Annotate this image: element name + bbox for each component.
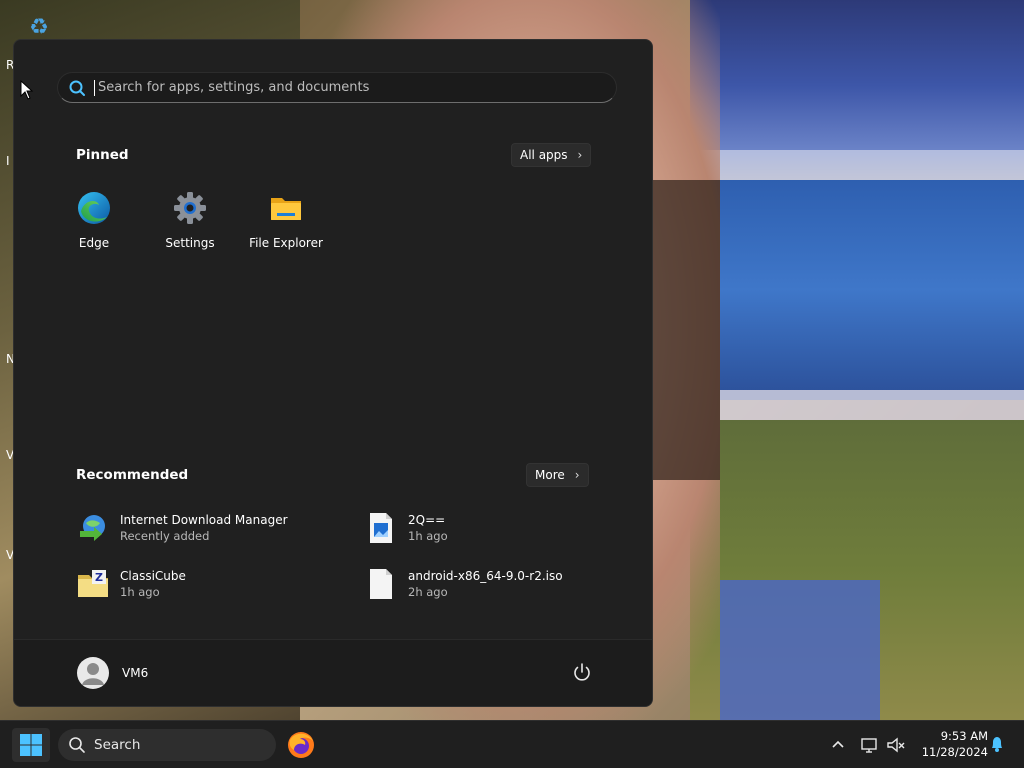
pinned-app-edge[interactable]: Edge	[51, 191, 137, 255]
pinned-app-label: Edge	[78, 236, 110, 250]
pinned-heading: Pinned	[76, 147, 129, 163]
windows-logo-icon	[20, 734, 42, 756]
svg-text:Z: Z	[95, 571, 103, 584]
recommended-item-name: Internet Download Manager	[120, 513, 288, 527]
start-button[interactable]	[12, 728, 50, 762]
clock-time: 9:53 AM	[940, 729, 988, 743]
recommended-item-time: 1h ago	[120, 585, 160, 599]
edge-icon	[78, 192, 110, 224]
all-apps-label: All apps	[520, 148, 568, 162]
bell-icon[interactable]	[988, 735, 1006, 753]
clock[interactable]: 9:53 AM 11/28/2024	[912, 728, 988, 760]
pinned-app-settings[interactable]: Settings	[147, 191, 233, 255]
text-caret	[94, 79, 95, 96]
recommended-item-name: 2Q==	[408, 513, 446, 527]
pinned-app-file-explorer[interactable]: File Explorer	[243, 191, 329, 255]
more-button[interactable]: More ›	[526, 463, 589, 487]
pinned-app-label: File Explorer	[249, 236, 323, 250]
taskbar: Search 9:53 AM 11/28/2024	[0, 720, 1024, 768]
taskbar-search-label: Search	[94, 737, 141, 753]
settings-gear-icon	[174, 192, 206, 224]
recommended-item[interactable]: Z ClassiCube 1h ago	[76, 566, 186, 602]
image-file-icon	[370, 513, 392, 543]
clock-date: 11/28/2024	[921, 745, 988, 759]
chevron-right-icon: ›	[574, 468, 580, 482]
idm-globe-icon	[80, 515, 105, 541]
chevron-right-icon: ›	[577, 148, 583, 162]
recommended-heading: Recommended	[76, 467, 189, 483]
chevron-up-icon[interactable]	[828, 735, 848, 755]
user-avatar-icon	[82, 663, 104, 685]
zip-folder-icon: Z	[78, 570, 108, 597]
recommended-item-time: 2h ago	[408, 585, 448, 599]
start-search-input[interactable]	[96, 79, 580, 96]
recommended-item[interactable]: 2Q== 1h ago	[364, 510, 448, 546]
recommended-item-time: 1h ago	[408, 529, 448, 543]
recommended-item-time: Recently added	[120, 529, 210, 543]
mouse-pointer-icon	[20, 80, 34, 100]
desktop-label-fragment[interactable]: I	[6, 154, 10, 168]
pinned-app-label: Settings	[165, 236, 215, 250]
recommended-item[interactable]: Internet Download Manager Recently added	[76, 510, 288, 546]
folder-icon	[271, 198, 301, 220]
all-apps-button[interactable]: All apps ›	[511, 143, 592, 167]
power-icon[interactable]	[570, 661, 594, 685]
recommended-item[interactable]: android-x86_64-9.0-r2.iso 2h ago	[364, 566, 563, 602]
start-menu-footer: VM6	[14, 639, 652, 706]
display-network-icon[interactable]	[860, 735, 880, 755]
speaker-muted-icon[interactable]	[886, 735, 906, 755]
search-icon	[69, 80, 85, 96]
firefox-icon[interactable]	[286, 730, 316, 760]
user-name[interactable]: VM6	[122, 666, 148, 680]
start-menu: Pinned All apps › Edge	[13, 39, 653, 707]
search-icon	[69, 737, 85, 753]
taskbar-search-box[interactable]: Search	[58, 729, 276, 761]
more-label: More	[535, 468, 565, 482]
recommended-item-name: android-x86_64-9.0-r2.iso	[408, 569, 563, 583]
recommended-item-name: ClassiCube	[120, 569, 186, 583]
user-avatar[interactable]	[77, 657, 109, 689]
start-search-box[interactable]	[57, 72, 617, 103]
blank-file-icon	[370, 569, 392, 599]
